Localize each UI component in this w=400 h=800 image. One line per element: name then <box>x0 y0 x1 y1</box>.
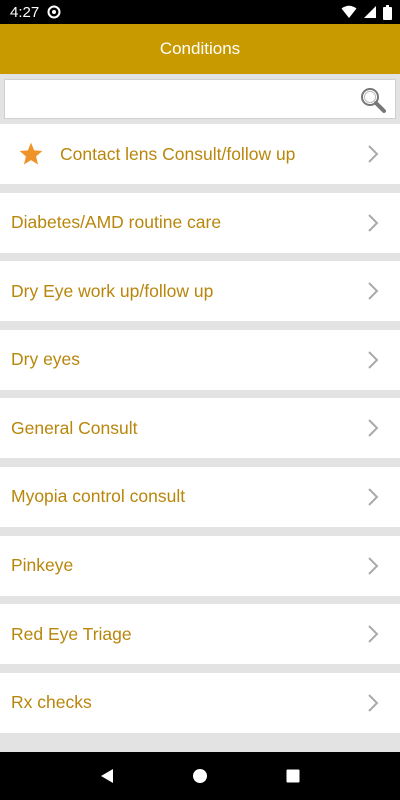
status-right <box>341 4 392 20</box>
chevron-right-icon <box>368 556 379 575</box>
list-item[interactable]: Red Eye Triage <box>0 604 400 665</box>
chevron-right-icon <box>368 351 379 369</box>
list-item[interactable]: Dry Eye work up/follow up <box>0 261 400 322</box>
app-header: Conditions <box>0 24 400 74</box>
list-item[interactable]: Rx checks <box>0 672 400 733</box>
search-icon[interactable] <box>359 86 387 114</box>
search-box[interactable] <box>4 79 396 119</box>
list-item-label: Dry Eye work up/follow up <box>11 280 214 301</box>
signal-icon <box>364 6 376 18</box>
back-icon[interactable] <box>99 768 115 784</box>
chevron-right-icon <box>368 694 379 712</box>
list-item-label: General Consult <box>11 417 138 438</box>
chevron-right-icon <box>368 282 379 300</box>
list-item[interactable]: Contact lens Consult/follow up <box>0 124 400 184</box>
list-item-label: Pinkeye <box>11 555 74 576</box>
battery-icon <box>383 4 392 20</box>
search-bar <box>0 74 400 124</box>
chevron-right-icon <box>368 419 379 438</box>
search-input[interactable] <box>5 80 345 118</box>
list-item-label: Myopia control consult <box>11 486 186 507</box>
home-icon[interactable] <box>192 768 208 784</box>
list-item[interactable]: Pinkeye <box>0 535 400 596</box>
chevron-right-icon <box>368 625 379 643</box>
star-icon <box>19 142 43 165</box>
status-bar: 4:27 <box>0 0 400 24</box>
list-item-label: Contact lens Consult/follow up <box>60 143 296 164</box>
list-item[interactable]: Diabetes/AMD routine care <box>0 192 400 253</box>
list-item[interactable]: Dry eyes <box>0 329 400 390</box>
list-item[interactable]: Myopia control consult <box>0 466 400 527</box>
list-item-label: Diabetes/AMD routine care <box>11 212 222 233</box>
chevron-right-icon <box>368 488 379 506</box>
list-item-label: Rx checks <box>11 692 92 713</box>
status-time: 4:27 <box>10 3 40 21</box>
sync-icon <box>47 5 61 19</box>
list-item-label: Red Eye Triage <box>11 623 132 644</box>
list-item[interactable]: General Consult <box>0 398 400 459</box>
list-item-label: Dry eyes <box>11 349 81 370</box>
chevron-right-icon <box>368 145 379 163</box>
system-nav-bar <box>0 752 400 800</box>
conditions-list: Contact lens Consult/follow up Diabetes/… <box>0 124 400 741</box>
status-left: 4:27 <box>10 4 61 21</box>
wifi-icon <box>341 5 357 18</box>
chevron-right-icon <box>368 213 379 232</box>
recents-icon[interactable] <box>285 768 301 784</box>
page-title: Conditions <box>159 39 241 58</box>
